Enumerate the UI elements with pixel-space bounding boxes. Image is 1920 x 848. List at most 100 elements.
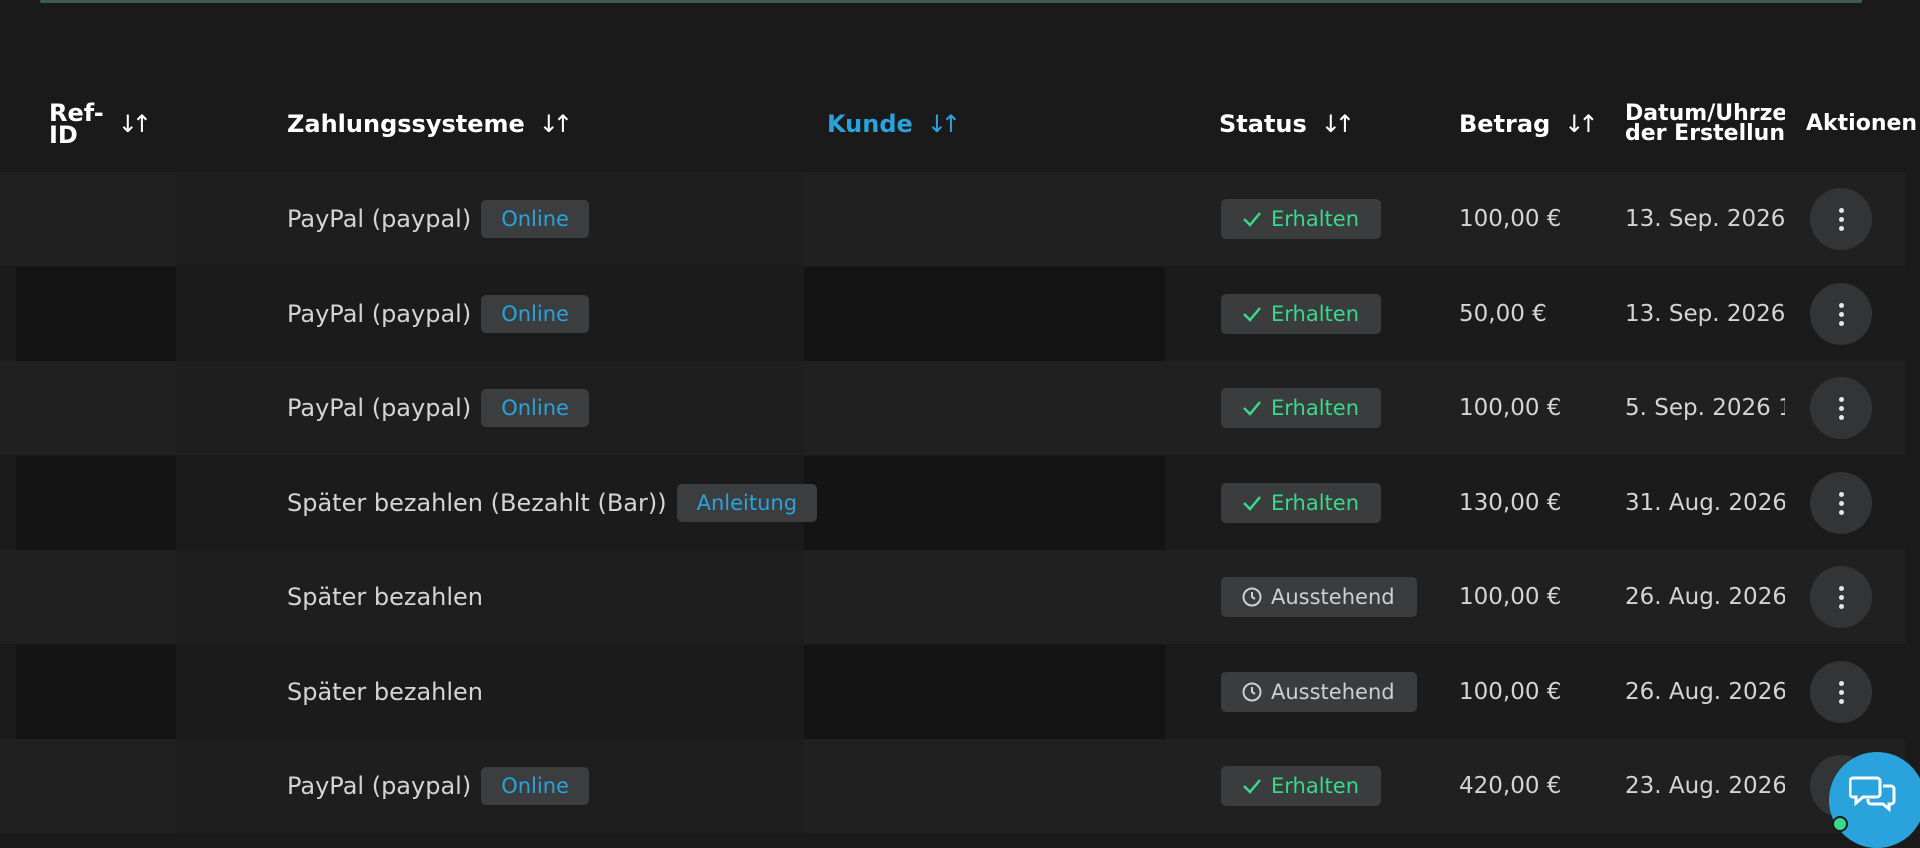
redacted-customer [804,456,1165,550]
row-actions-button[interactable] [1810,188,1872,250]
payment-system-cell: PayPal (paypal) Online [287,739,589,833]
sort-arrows-icon[interactable]: ↓↑ [1321,110,1355,138]
status-badge: Ausstehend [1221,672,1417,712]
payment-tag-badge[interactable]: Anleitung [676,484,818,522]
online-indicator [1832,816,1848,832]
amount-cell: 420,00 € [1459,773,1562,799]
status-label: Ausstehend [1271,680,1395,704]
status-badge: Erhalten [1221,199,1382,239]
redacted-ref-id [16,456,176,550]
check-icon [1243,212,1261,227]
chat-widget-button[interactable] [1829,752,1920,848]
check-icon [1243,401,1261,416]
more-vertical-icon [1838,680,1844,704]
payment-tag-badge[interactable]: Online [481,767,589,805]
payment-tag-badge[interactable]: Online [481,295,589,333]
payment-system-label: Später bezahlen [287,678,484,706]
amount-cell: 100,00 € [1459,395,1562,421]
payment-system-label: PayPal (paypal) [287,772,472,800]
sort-arrows-icon[interactable]: ↓↑ [927,110,961,138]
payment-system-label: PayPal (paypal) [287,300,472,328]
table-row[interactable]: PayPal (paypal) Online Erhalten 50,00 € 13. … [0,267,1905,361]
status-label: Ausstehend [1271,585,1395,609]
more-vertical-icon [1838,302,1844,326]
created-date-cell: 13. Sep. 2026 2 [1625,301,1785,327]
status-badge: Erhalten [1221,388,1382,428]
created-date-cell: 31. Aug. 2026 1 [1625,490,1785,516]
customer-header-label: Kunde [827,110,913,138]
payment-system-cell: PayPal (paypal) Online [287,267,589,361]
redacted-ref-id [16,267,176,361]
amount-header-label: Betrag [1459,110,1551,138]
amount-cell: 100,00 € [1459,206,1562,232]
redacted-customer [176,550,804,644]
status-label: Erhalten [1271,491,1360,515]
sort-arrows-icon[interactable]: ↓↑ [118,110,152,138]
row-actions-button[interactable] [1810,472,1872,534]
table-row[interactable]: PayPal (paypal) Online Erhalten 100,00 € 5. … [0,361,1905,455]
created-date-cell: 13. Sep. 2026 [1625,206,1785,232]
payment-system-label: Später bezahlen (Bezahlt (Bar)) [287,489,667,517]
row-actions-button[interactable] [1810,283,1872,345]
status-badge: Erhalten [1221,766,1382,806]
amount-cell: 130,00 € [1459,490,1562,516]
status-badge: Erhalten [1221,294,1382,334]
column-header-date[interactable]: Datum/Uhrzeitder Erstellung [1625,88,1785,160]
payment-tag-badge[interactable]: Online [481,200,589,238]
ref-id-header-label-line2: ID [49,121,78,149]
column-header-ref-id[interactable]: Ref- ID ↓↑ [49,88,152,160]
status-label: Erhalten [1271,774,1360,798]
amount-cell: 100,00 € [1459,584,1562,610]
row-actions-button[interactable] [1810,661,1872,723]
amount-cell: 100,00 € [1459,679,1562,705]
sort-arrows-icon[interactable]: ↓↑ [1564,110,1598,138]
table-row[interactable]: Später bezahlen Ausstehend 100,00 € 26. Aug… [0,550,1905,644]
created-date-cell: 26. Aug. 2026 [1625,584,1785,610]
created-date-cell: 5. Sep. 2026 1 [1625,395,1785,421]
more-vertical-icon [1838,491,1844,515]
payment-system-cell: PayPal (paypal) Online [287,172,589,266]
payment-system-label: PayPal (paypal) [287,205,472,233]
status-header-label: Status [1219,110,1307,138]
payment-system-cell: Später bezahlen [287,645,483,739]
column-header-actions: Aktionen [1806,88,1917,160]
payment-header-label: Zahlungssysteme [287,110,525,138]
payment-system-label: Später bezahlen [287,583,484,611]
check-icon [1243,496,1261,511]
amount-cell: 50,00 € [1459,301,1547,327]
clock-icon [1242,587,1262,607]
table-row[interactable]: PayPal (paypal) Online Erhalten 420,00 € 23.… [0,739,1905,833]
redacted-ref-id [16,645,176,739]
payment-system-cell: Später bezahlen (Bezahlt (Bar)) Anleitung [287,456,818,550]
status-label: Erhalten [1271,302,1360,326]
column-header-status[interactable]: Status ↓↑ [1219,88,1355,160]
payment-tag-badge[interactable]: Online [481,389,589,427]
created-date-cell: 23. Aug. 2026 [1625,773,1785,799]
status-badge: Ausstehend [1221,577,1417,617]
check-icon [1243,779,1261,794]
sort-arrows-icon[interactable]: ↓↑ [539,110,573,138]
created-date-cell: 26. Aug. 2026 0 [1625,679,1785,705]
top-divider [40,0,1862,3]
status-label: Erhalten [1271,396,1360,420]
more-vertical-icon [1838,585,1844,609]
status-label: Erhalten [1271,207,1360,231]
table-row[interactable]: Später bezahlen Ausstehend 100,00 € 26. Aug… [0,645,1905,739]
status-badge: Erhalten [1221,483,1382,523]
column-header-payment[interactable]: Zahlungssysteme ↓↑ [287,88,573,160]
redacted-customer [804,267,1165,361]
clock-icon [1242,682,1262,702]
column-header-amount[interactable]: Betrag ↓↑ [1459,88,1599,160]
table-row[interactable]: PayPal (paypal) Online Erhalten 100,00 € 13.… [0,172,1905,266]
row-actions-button[interactable] [1810,566,1872,628]
payment-system-cell: PayPal (paypal) Online [287,361,589,455]
payment-system-label: PayPal (paypal) [287,394,472,422]
more-vertical-icon [1838,207,1844,231]
column-header-customer[interactable]: Kunde ↓↑ [827,88,961,160]
chat-bubbles-icon [1849,776,1896,813]
actions-header-label: Aktionen [1806,111,1918,136]
redacted-customer [804,645,1165,739]
check-icon [1243,307,1261,322]
table-row[interactable]: Später bezahlen (Bezahlt (Bar)) Anleitung… [0,456,1905,550]
row-actions-button[interactable] [1810,377,1872,439]
